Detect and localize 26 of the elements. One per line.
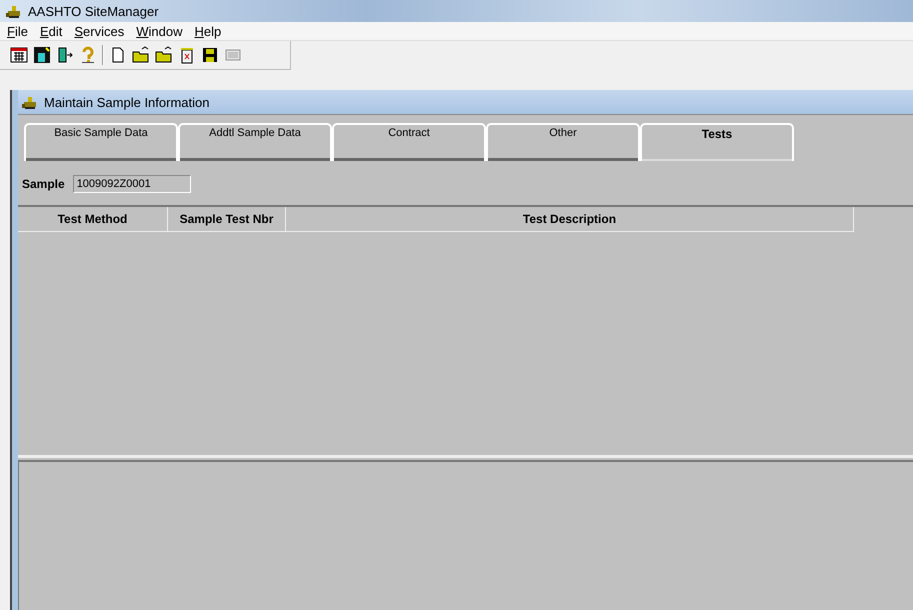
menu-item[interactable]: Window (131, 24, 188, 38)
sample-label: Sample (22, 177, 65, 191)
menu-item[interactable]: Help (189, 24, 226, 38)
tab[interactable]: Contract (332, 123, 486, 161)
bulldozer-icon (6, 4, 22, 18)
paint-bucket-icon[interactable] (33, 46, 51, 64)
child-window-title: Maintain Sample Information (44, 94, 210, 110)
tab[interactable]: Addtl Sample Data (178, 123, 332, 161)
window-title: AASHTO SiteManager (28, 4, 159, 18)
grid-icon[interactable] (10, 46, 28, 64)
door-icon[interactable] (56, 46, 74, 64)
column-header[interactable]: Sample Test Nbr (168, 207, 286, 232)
bulldozer-icon (22, 95, 38, 109)
menu-item[interactable]: File (2, 24, 33, 38)
question-mark-icon[interactable] (79, 46, 97, 64)
tab[interactable]: Other (486, 123, 640, 161)
folder-icon[interactable] (132, 46, 150, 64)
sample-field[interactable]: 1009092Z0001 (72, 175, 191, 193)
trash-can-icon[interactable] (178, 46, 196, 64)
tab[interactable]: Basic Sample Data (24, 123, 178, 161)
folder-icon[interactable] (155, 46, 173, 64)
column-header[interactable]: Test Description (286, 207, 854, 232)
menu-item[interactable]: Edit (34, 24, 68, 38)
tab[interactable]: Tests (640, 123, 794, 161)
column-header[interactable]: Test Method (18, 207, 168, 232)
menu-item[interactable]: Services (69, 24, 130, 38)
